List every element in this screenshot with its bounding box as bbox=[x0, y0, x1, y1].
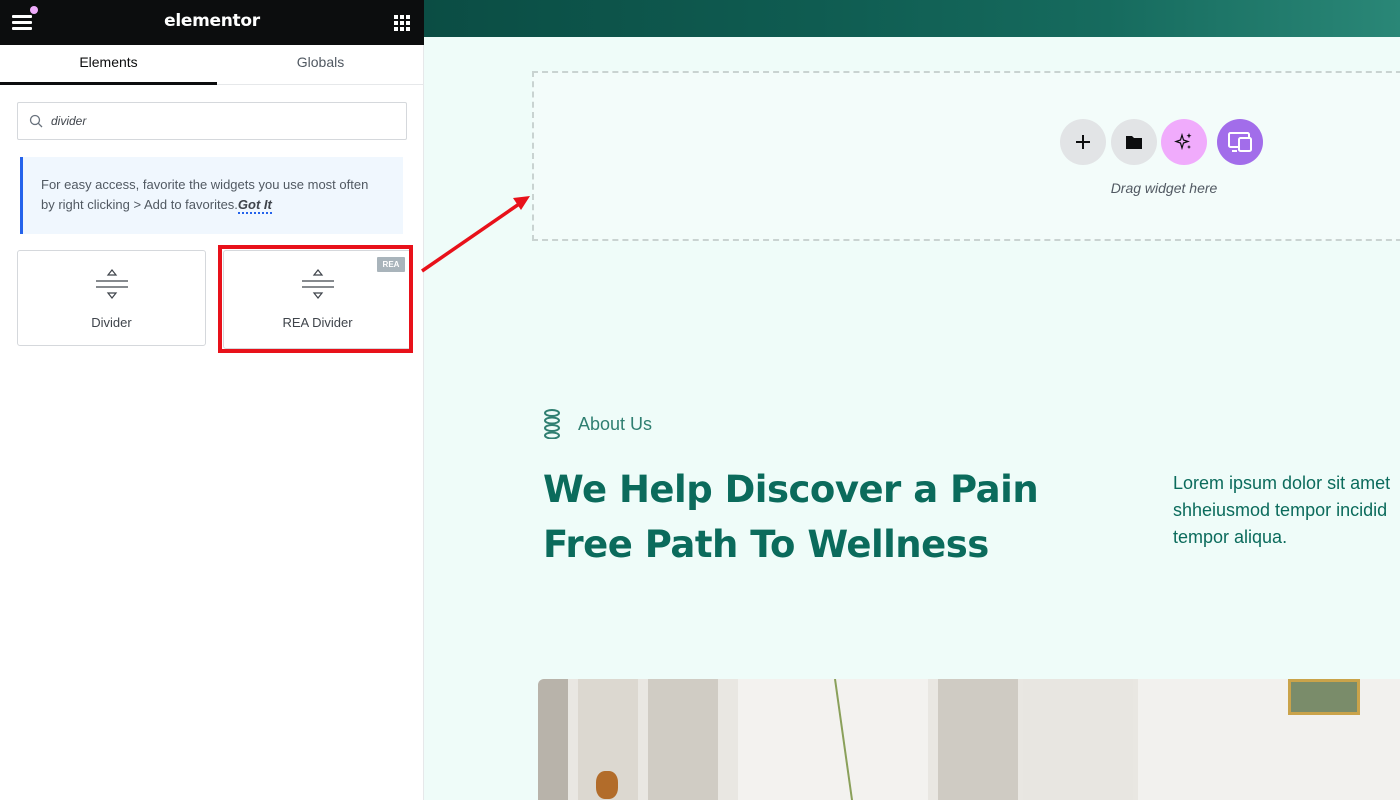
widgets-grid-icon[interactable] bbox=[394, 15, 410, 31]
divider-icon bbox=[224, 267, 411, 301]
got-it-link[interactable]: Got It bbox=[237, 197, 272, 214]
search-input[interactable] bbox=[51, 103, 401, 139]
plus-icon bbox=[1076, 135, 1090, 149]
add-template-button[interactable] bbox=[1111, 119, 1157, 165]
editor-canvas: Drag widget here About Us We Help Discov… bbox=[424, 0, 1400, 800]
widget-search bbox=[17, 102, 407, 140]
widget-rea-divider[interactable]: REA REA Divider bbox=[223, 250, 412, 349]
responsive-devices-icon bbox=[1228, 132, 1252, 152]
hero-section-edge bbox=[424, 0, 1400, 37]
spine-icon bbox=[544, 409, 560, 439]
widget-label: REA Divider bbox=[282, 315, 353, 330]
body-line: shheiusmod tempor incidid bbox=[1173, 500, 1388, 520]
section-body-text: Lorem ipsum dolor sit amet shheiusmod te… bbox=[1173, 470, 1400, 551]
interior-photo bbox=[538, 679, 1400, 800]
tab-globals[interactable]: Globals bbox=[217, 45, 424, 85]
about-us-label: About Us bbox=[578, 414, 653, 434]
dropzone-hint: Drag widget here bbox=[1110, 180, 1218, 196]
elementor-logo: elementor bbox=[164, 11, 260, 31]
body-line: Lorem ipsum dolor sit amet bbox=[1173, 473, 1391, 493]
body-line: tempor aliqua. bbox=[1173, 527, 1288, 547]
favorites-notice: For easy access, favorite the widgets yo… bbox=[20, 157, 403, 234]
search-icon bbox=[29, 114, 43, 128]
panel-tabs: Elements Globals bbox=[0, 45, 424, 85]
templates-library-button[interactable] bbox=[1217, 119, 1263, 165]
panel-header: elementor bbox=[0, 0, 424, 45]
widget-label: Divider bbox=[91, 315, 132, 330]
divider-icon bbox=[18, 267, 205, 301]
empty-section-dropzone[interactable]: Drag widget here bbox=[532, 71, 1400, 241]
add-section-button[interactable] bbox=[1060, 119, 1106, 165]
ai-builder-button[interactable] bbox=[1161, 119, 1207, 165]
elementor-panel: elementor Elements Globals For easy acce… bbox=[0, 0, 424, 800]
folder-icon bbox=[1126, 136, 1142, 149]
section-headline: We Help Discover a Pain Free Path To Wel… bbox=[543, 468, 1039, 566]
widget-divider[interactable]: Divider bbox=[17, 250, 206, 346]
tab-elements[interactable]: Elements bbox=[0, 45, 217, 85]
sparkle-icon bbox=[1174, 132, 1192, 151]
notice-text: For easy access, favorite the widgets yo… bbox=[41, 177, 369, 212]
